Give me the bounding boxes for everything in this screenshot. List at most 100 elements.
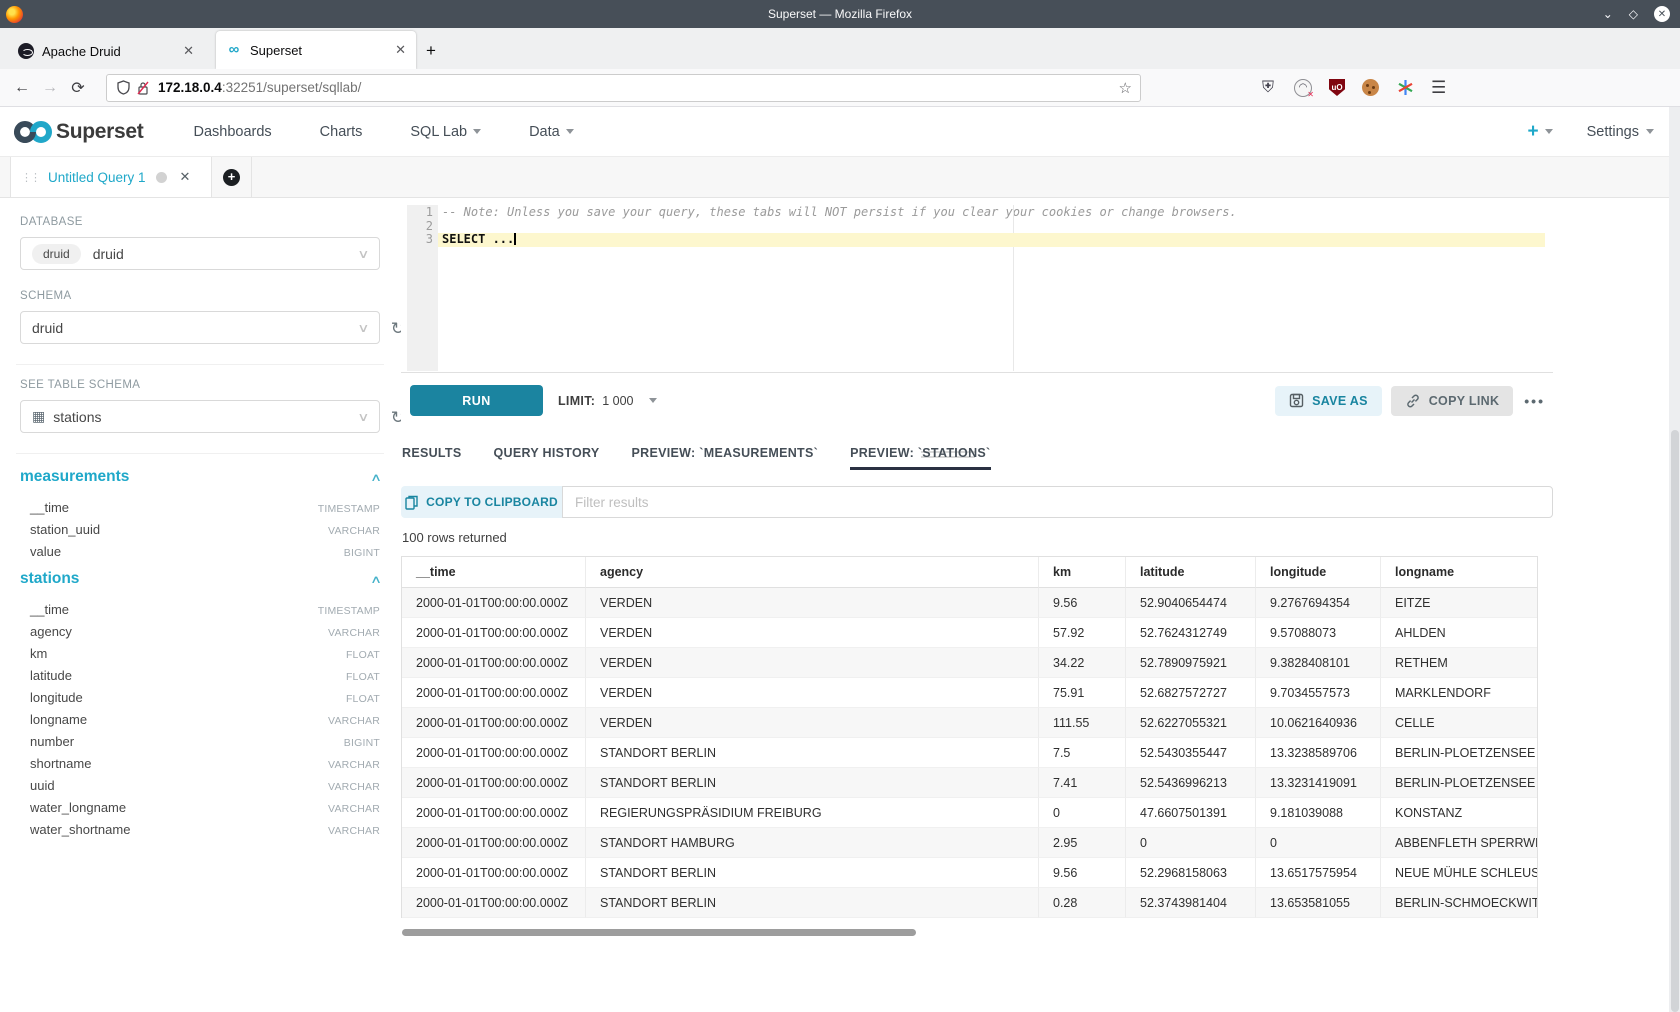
app-window: Superset — Mozilla Firefox ⌄ ◇ ✕ Apache … xyxy=(0,0,1680,1012)
copy-to-clipboard-button[interactable]: COPY TO CLIPBOARD xyxy=(401,486,562,518)
schema-column-row: kmFLOAT xyxy=(20,642,380,664)
new-query-tab-button[interactable]: + xyxy=(212,157,252,197)
table-cell: 111.55 xyxy=(1039,708,1126,738)
table-cell: 13.3231419091 xyxy=(1256,768,1381,798)
nav-item-data[interactable]: Data xyxy=(505,124,598,140)
schema-section-header-stations[interactable]: stations ∧ xyxy=(20,570,380,588)
column-type: VARCHAR xyxy=(328,781,380,793)
column-name: station_uuid xyxy=(30,522,100,537)
page-scrollbar-thumb[interactable] xyxy=(1671,430,1679,1012)
column-name: water_shortname xyxy=(30,822,130,837)
text-cursor xyxy=(514,233,516,245)
column-type: VARCHAR xyxy=(328,627,380,639)
table-cell: 2.95 xyxy=(1039,828,1126,858)
limit-dropdown[interactable]: LIMIT: 1 000 xyxy=(558,394,657,408)
table-cell: 2000-01-01T00:00:00.000Z xyxy=(402,738,586,768)
cookie-extension-icon[interactable] xyxy=(1362,79,1379,96)
schema-column-row: valueBIGINT xyxy=(20,540,380,562)
table-select[interactable]: ▦ stations ∨ ↻ xyxy=(20,400,380,433)
query-tab-close-icon[interactable]: ✕ xyxy=(180,169,191,185)
settings-menu[interactable]: Settings xyxy=(1587,124,1654,140)
schema-table-name[interactable]: measurements xyxy=(20,468,129,486)
window-minimize-icon[interactable]: ⌄ xyxy=(1603,7,1613,21)
results-tab-0[interactable]: RESULTS xyxy=(402,434,462,470)
chevron-down-icon: ∨ xyxy=(357,410,369,424)
superset-logo-icon[interactable] xyxy=(12,119,54,145)
privacy-mask-extension-icon[interactable]: ◠ xyxy=(1294,79,1312,97)
table-header-cell[interactable]: __time xyxy=(402,557,586,588)
schema-table-name[interactable]: stations xyxy=(20,570,79,588)
navbar-plus-menu[interactable]: + xyxy=(1527,123,1552,141)
browser-tabstrip: Apache Druid ✕ ∞ Superset ✕ + xyxy=(0,28,1680,69)
chevron-down-icon xyxy=(566,129,574,134)
table-cell: EITZE xyxy=(1381,588,1538,618)
asterisk-extension-icon[interactable] xyxy=(1396,79,1414,97)
more-options-button[interactable]: ••• xyxy=(1524,393,1545,409)
table-row: 2000-01-01T00:00:00.000ZSTANDORT BERLIN7… xyxy=(402,738,1537,768)
table-cell: STANDORT BERLIN xyxy=(586,768,1039,798)
window-close-icon[interactable]: ✕ xyxy=(1654,6,1670,22)
insecure-lock-icon[interactable] xyxy=(137,81,149,95)
save-as-button[interactable]: SAVE AS xyxy=(1275,386,1382,416)
schema-column-row: __timeTIMESTAMP xyxy=(20,496,380,518)
column-type: FLOAT xyxy=(346,693,380,705)
database-select[interactable]: druid druid ∨ xyxy=(20,237,380,270)
ublock-extension-icon[interactable]: uO xyxy=(1329,79,1345,96)
browser-titlebar: Superset — Mozilla Firefox ⌄ ◇ ✕ xyxy=(0,0,1680,28)
drag-handle-icon[interactable]: ⋮⋮ xyxy=(21,171,39,184)
superset-brand[interactable]: Superset xyxy=(56,120,143,144)
url-bar[interactable]: 172.18.0.4:32251/superset/sqllab/ ☆ xyxy=(106,74,1141,102)
schema-column-row: uuidVARCHAR xyxy=(20,774,380,796)
table-cell: BERLIN-PLOETZENSEE UP xyxy=(1381,738,1538,768)
line-number: 2 xyxy=(407,220,433,234)
table-header-cell[interactable]: latitude xyxy=(1126,557,1256,588)
table-cell: 0.28 xyxy=(1039,888,1126,918)
table-header-cell[interactable]: agency xyxy=(586,557,1039,588)
pocket-extension-icon[interactable]: ⛨ xyxy=(1259,79,1277,97)
back-icon[interactable]: ← xyxy=(8,79,36,97)
copy-link-button[interactable]: COPY LINK xyxy=(1391,386,1514,416)
table-header-cell[interactable]: longitude xyxy=(1256,557,1381,588)
schema-column-row: shortnameVARCHAR xyxy=(20,752,380,774)
nav-item-charts[interactable]: Charts xyxy=(296,124,387,140)
menu-hamburger-icon[interactable]: ☰ xyxy=(1431,78,1446,98)
chevron-up-icon[interactable]: ∧ xyxy=(370,471,382,484)
navbar-items: DashboardsCharts SQL Lab Data xyxy=(169,124,597,140)
nav-item-label: SQL Lab xyxy=(410,124,467,140)
schema-select[interactable]: druid ∨ ↻ xyxy=(20,311,380,344)
link-icon xyxy=(1405,393,1421,409)
nav-item-dashboards[interactable]: Dashboards xyxy=(169,124,295,140)
run-button[interactable]: RUN xyxy=(410,385,543,416)
sql-code-editor[interactable]: 123 -- Note: Unless you save your query,… xyxy=(407,205,1545,371)
schema-section-header-measurements[interactable]: measurements ∧ xyxy=(20,468,380,486)
table-cell: 9.56 xyxy=(1039,858,1126,888)
table-cell: 52.6227055321 xyxy=(1126,708,1256,738)
tab-close-icon[interactable]: ✕ xyxy=(175,43,194,59)
tab-close-icon[interactable]: ✕ xyxy=(387,42,406,58)
schema-label: SCHEMA xyxy=(20,290,380,302)
table-cell: STANDORT BERLIN xyxy=(586,888,1039,918)
results-tab-1[interactable]: QUERY HISTORY xyxy=(494,434,600,470)
reload-icon[interactable]: ⟳ xyxy=(64,78,92,98)
window-restore-icon[interactable]: ◇ xyxy=(1629,7,1638,21)
window-title: Superset — Mozilla Firefox xyxy=(0,7,1680,21)
column-name: longitude xyxy=(30,690,83,705)
table-cell: 52.5430355447 xyxy=(1126,738,1256,768)
filter-results-input[interactable] xyxy=(562,486,1553,518)
table-schema-list: measurements ∧ __timeTIMESTAMP station_uuid… xyxy=(20,468,380,840)
nav-item-sql-lab[interactable]: SQL Lab xyxy=(386,124,505,140)
bookmark-star-icon[interactable]: ☆ xyxy=(1119,79,1132,97)
horizontal-scrollbar[interactable] xyxy=(402,929,916,936)
browser-tab-apache-druid[interactable]: Apache Druid ✕ xyxy=(8,33,204,69)
results-tab-3[interactable]: PREVIEW: `STATIONS` xyxy=(850,434,990,470)
table-cell: BERLIN-PLOETZENSEE OP xyxy=(1381,768,1538,798)
url-text[interactable]: 172.18.0.4:32251/superset/sqllab/ xyxy=(158,80,1119,95)
tracking-shield-icon[interactable] xyxy=(117,80,130,95)
browser-tab-superset[interactable]: ∞ Superset ✕ xyxy=(216,31,416,69)
chevron-up-icon[interactable]: ∧ xyxy=(370,573,382,586)
query-tab-untitled[interactable]: ⋮⋮ Untitled Query 1 ✕ xyxy=(10,157,212,197)
table-header-cell[interactable]: longname xyxy=(1381,557,1538,588)
table-header-cell[interactable]: km xyxy=(1039,557,1126,588)
new-browser-tab-button[interactable]: + xyxy=(426,41,436,61)
results-tab-2[interactable]: PREVIEW: `MEASUREMENTS` xyxy=(632,434,819,470)
